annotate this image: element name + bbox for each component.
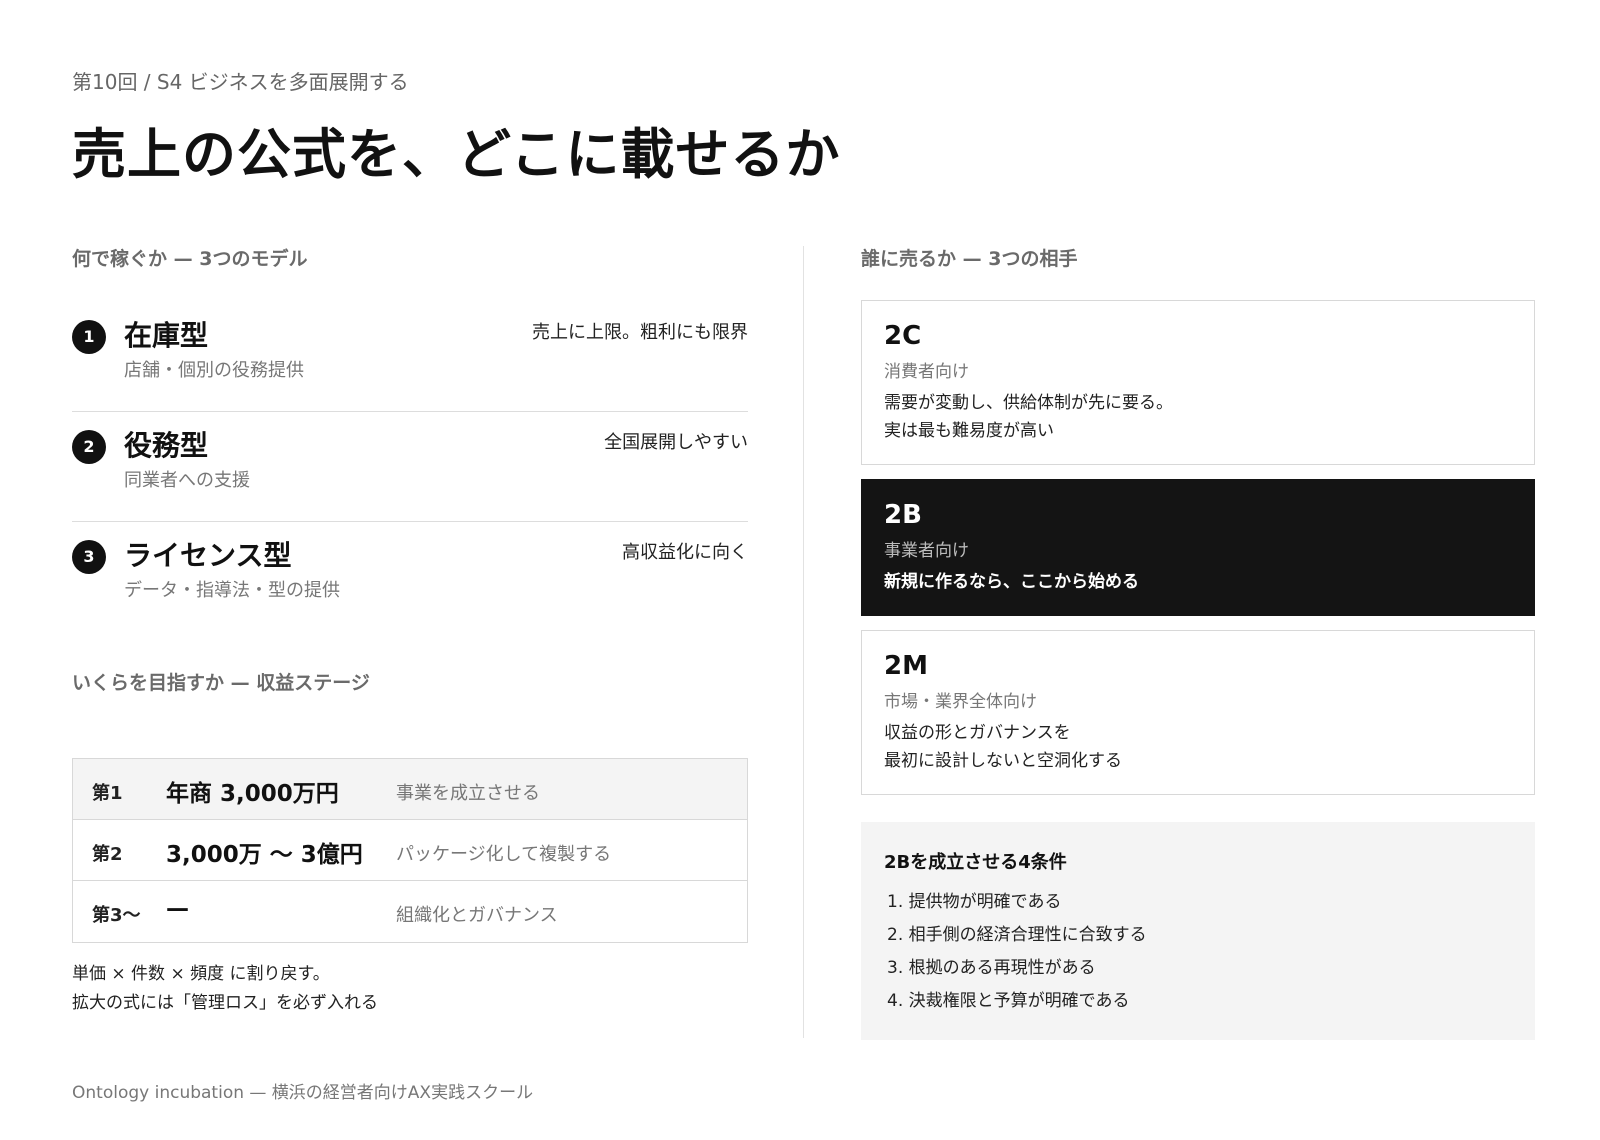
customer-description: 新規に作るなら、ここから始める [884,568,1139,596]
customer-code: 2M [884,651,928,681]
model-row: 2 役務型 同業者への支援 全国展開しやすい [72,412,748,522]
customer-subtitle: 消費者向け [884,362,969,382]
models-heading: 何で稼ぐか — 3つのモデル [72,248,308,270]
slide-page: 第10回 / S4 ビジネスを多面展開する 売上の公式を、どこに載せるか 何で稼… [0,0,1600,1140]
stages-heading: いくらを目指すか — 収益ステージ [72,672,370,694]
customer-code: 2C [884,321,922,351]
customer-description-line: 実は最も難易度が高い [884,421,1054,441]
model-note: 売上に上限。粗利にも限界 [532,322,748,343]
stage-description: 事業を成立させる [396,783,540,804]
stage-row: 第1 年商 3,000万円 事業を成立させる [73,759,747,820]
stage-amount: 3,000万 〜 3億円 [166,842,363,868]
conditions-title: 2Bを成立させる4条件 [884,852,1067,873]
stage-amount: — [166,896,189,922]
stage-row: 第3〜 — 組織化とガバナンス [73,881,747,942]
stage-table: 第1 年商 3,000万円 事業を成立させる 第2 3,000万 〜 3億円 パ… [72,758,748,943]
model-subtitle: 店舗・個別の役務提供 [124,360,304,381]
stage-row: 第2 3,000万 〜 3億円 パッケージ化して複製する [73,820,747,881]
model-row: 3 ライセンス型 データ・指導法・型の提供 高収益化に向く [72,522,748,632]
condition-item: 3. 根拠のある再現性がある [887,958,1096,978]
customer-description: 収益の形とガバナンスを 最初に設計しないと空洞化する [884,719,1122,775]
customer-card-2c: 2C 消費者向け 需要が変動し、供給体制が先に要る。 実は最も難易度が高い [861,300,1535,465]
model-subtitle: データ・指導法・型の提供 [124,580,340,601]
conditions-box: 2Bを成立させる4条件 1. 提供物が明確である 2. 相手側の経済合理性に合致… [861,822,1535,1040]
condition-item: 2. 相手側の経済合理性に合致する [887,925,1147,945]
column-divider [803,246,804,1038]
customer-description-line: 最初に設計しないと空洞化する [884,751,1122,771]
model-subtitle: 同業者への支援 [124,470,250,491]
model-note: 高収益化に向く [622,542,748,563]
customer-description-line: 収益の形とガバナンスを [884,723,1071,743]
customer-description: 需要が変動し、供給体制が先に要る。 実は最も難易度が高い [884,389,1173,445]
formula-line: 単価 × 件数 × 頻度 に割り戻す。 [72,964,330,984]
model-number-badge: 2 [72,430,106,464]
customer-card-2m: 2M 市場・業界全体向け 収益の形とガバナンスを 最初に設計しないと空洞化する [861,630,1535,795]
stage-label: 第3〜 [92,905,141,926]
stage-description: パッケージ化して複製する [396,844,612,865]
conditions-list: 1. 提供物が明確である 2. 相手側の経済合理性に合致する 3. 根拠のある再… [887,886,1147,1018]
model-number-badge: 3 [72,540,106,574]
customer-code: 2B [884,500,922,530]
page-title: 売上の公式を、どこに載せるか [72,123,841,186]
stage-label: 第1 [92,783,123,804]
condition-item: 4. 決裁権限と予算が明確である [887,991,1130,1011]
formula-line: 拡大の式には「管理ロス」を必ず入れる [72,993,378,1013]
stage-label: 第2 [92,844,123,865]
eyebrow: 第10回 / S4 ビジネスを多面展開する [72,70,409,94]
model-name: 在庫型 [124,319,209,352]
customer-card-2b: 2B 事業者向け 新規に作るなら、ここから始める [861,479,1535,616]
model-name: 役務型 [124,429,209,462]
stage-description: 組織化とガバナンス [396,905,558,926]
model-number-badge: 1 [72,320,106,354]
customer-description-line: 需要が変動し、供給体制が先に要る。 [884,393,1173,413]
stage-amount: 年商 3,000万円 [166,781,339,807]
condition-item: 1. 提供物が明確である [887,892,1062,912]
model-name: ライセンス型 [124,539,292,572]
model-row: 1 在庫型 店舗・個別の役務提供 売上に上限。粗利にも限界 [72,302,748,412]
formula-note: 単価 × 件数 × 頻度 に割り戻す。 拡大の式には「管理ロス」を必ず入れる [72,960,378,1018]
customer-subtitle: 事業者向け [884,541,969,561]
model-note: 全国展開しやすい [604,432,748,453]
footer-text: Ontology incubation — 横浜の経営者向けAX実践スクール [72,1083,534,1103]
customers-heading: 誰に売るか — 3つの相手 [861,248,1078,270]
customer-subtitle: 市場・業界全体向け [884,692,1037,712]
customer-description-line: 新規に作るなら、ここから始める [884,572,1139,592]
